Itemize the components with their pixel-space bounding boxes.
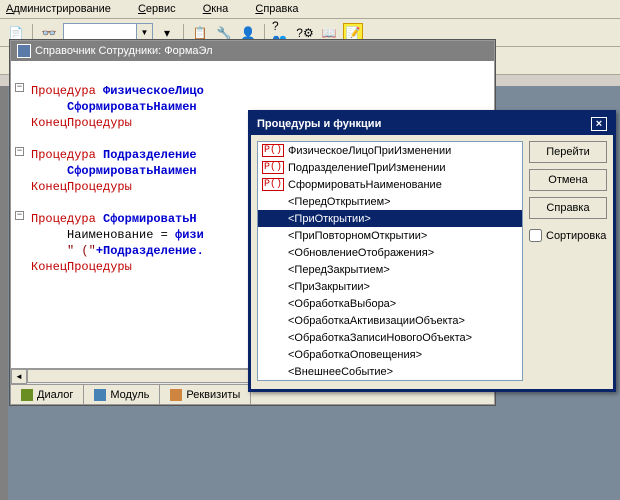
dialog-titlebar[interactable]: Процедуры и функции ×: [251, 113, 613, 135]
list-item-label: <ПриОткрытии>: [288, 213, 371, 225]
list-item[interactable]: <ПередОткрытием>: [258, 193, 522, 210]
procedure-list[interactable]: P() ФизическоеЛицоПриИзменении P() Подразде…: [257, 141, 523, 381]
list-item-label: <ОбработкаАктивизацииОбъекта>: [288, 315, 465, 327]
margin: [0, 86, 8, 500]
procedure-type-icon: P(): [262, 161, 284, 174]
list-item[interactable]: <ВнешнееСобытие>: [258, 363, 522, 380]
list-item[interactable]: <ПриПовторномОткрытии>: [258, 227, 522, 244]
menu-help[interactable]: Справка: [255, 3, 310, 15]
fold-icon[interactable]: −: [15, 211, 24, 220]
menu-windows[interactable]: Окна: [203, 3, 241, 15]
window-icon: [17, 44, 31, 58]
list-item-label: ФизическоеЛицоПриИзменении: [288, 145, 451, 157]
procedures-dialog: Процедуры и функции × P() ФизическоеЛицоП…: [248, 110, 616, 392]
list-item-label: ПодразделениеПриИзменении: [288, 162, 446, 174]
list-item[interactable]: <ПередЗакрытием>: [258, 261, 522, 278]
list-item-label: <ОбработкаВыбора>: [288, 298, 396, 310]
tab-requisites[interactable]: Реквизиты: [160, 385, 251, 404]
tab-dialog[interactable]: Диалог: [11, 385, 84, 404]
list-item[interactable]: <ОбновлениеОтображения>: [258, 244, 522, 261]
menu-service[interactable]: Сервис: [138, 3, 188, 15]
list-item[interactable]: P() СформироватьНаименование: [258, 176, 522, 193]
chevron-down-icon: ▼: [136, 24, 152, 42]
list-item[interactable]: <ПриЗакрытии>: [258, 278, 522, 295]
menu-admin[interactable]: Администрирование: [6, 3, 123, 15]
dialog-buttons: Перейти Отмена Справка Сортировка: [529, 141, 607, 381]
tab-icon: [94, 389, 106, 401]
menubar: Администрирование Сервис Окна Справка: [0, 0, 620, 19]
fold-icon[interactable]: −: [15, 83, 24, 92]
sort-checkbox[interactable]: Сортировка: [529, 229, 607, 242]
scroll-left-icon[interactable]: ◄: [11, 369, 27, 384]
list-item[interactable]: <ОбработкаОповещения>: [258, 346, 522, 363]
tab-icon: [170, 389, 182, 401]
editor-title: Справочник Сотрудники: ФормаЭл: [35, 45, 212, 57]
list-item[interactable]: <ПриСменеСтраницы>: [258, 380, 522, 381]
fold-icon[interactable]: −: [15, 147, 24, 156]
list-item[interactable]: <ПриОткрытии>: [258, 210, 522, 227]
sort-checkbox-input[interactable]: [529, 229, 542, 242]
dialog-title: Процедуры и функции: [257, 118, 381, 130]
list-item-label: <ПриЗакрытии>: [288, 281, 370, 293]
list-item-label: <ПередЗакрытием>: [288, 264, 390, 276]
tab-module[interactable]: Модуль: [84, 385, 160, 404]
go-button[interactable]: Перейти: [529, 141, 607, 163]
tab-icon: [21, 389, 33, 401]
help-button[interactable]: Справка: [529, 197, 607, 219]
list-item[interactable]: P() ФизическоеЛицоПриИзменении: [258, 142, 522, 159]
list-item-label: <ОбработкаЗаписиНовогоОбъекта>: [288, 332, 472, 344]
cancel-button[interactable]: Отмена: [529, 169, 607, 191]
list-item-label: <ПередОткрытием>: [288, 196, 391, 208]
list-item-label: <ВнешнееСобытие>: [288, 366, 393, 378]
list-item-label: СформироватьНаименование: [288, 179, 442, 191]
list-item-label: <ОбработкаОповещения>: [288, 349, 422, 361]
editor-titlebar[interactable]: Справочник Сотрудники: ФормаЭл: [11, 41, 494, 61]
list-item[interactable]: P() ПодразделениеПриИзменении: [258, 159, 522, 176]
list-item[interactable]: <ОбработкаВыбора>: [258, 295, 522, 312]
list-item-label: <ОбновлениеОтображения>: [288, 247, 434, 259]
list-item-label: <ПриПовторномОткрытии>: [288, 230, 427, 242]
procedure-type-icon: P(): [262, 178, 284, 191]
list-item[interactable]: <ОбработкаЗаписиНовогоОбъекта>: [258, 329, 522, 346]
list-item[interactable]: <ОбработкаАктивизацииОбъекта>: [258, 312, 522, 329]
sort-label: Сортировка: [546, 230, 606, 242]
procedure-type-icon: P(): [262, 144, 284, 157]
close-icon[interactable]: ×: [591, 117, 607, 131]
